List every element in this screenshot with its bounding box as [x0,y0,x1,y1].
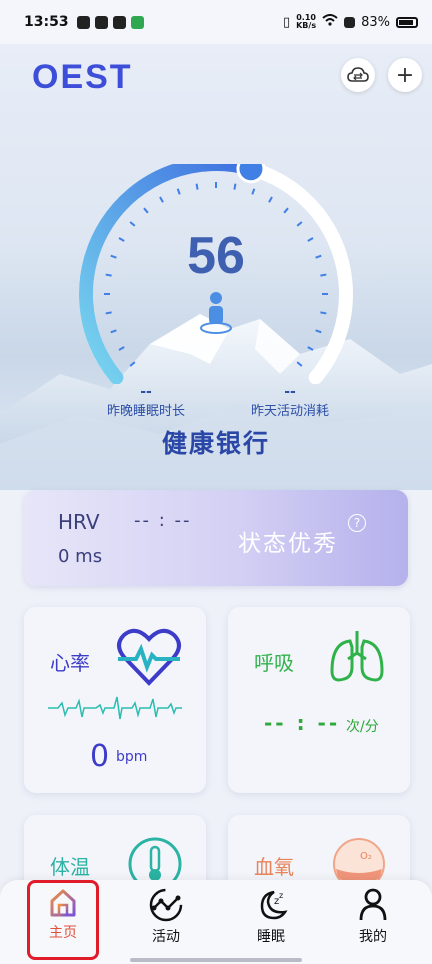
sim-icon [344,16,356,28]
health-bank-title: 健康银行 [161,429,270,458]
health-score: 56 [187,227,245,285]
sleep-label: 昨晚睡眠时长 [106,404,185,419]
gauge-tick [110,329,117,334]
oxygen-badge: O₂ [360,851,372,862]
status-time: 13:53 [24,14,69,30]
heart-rate-unit: bpm [116,749,148,765]
gauge-tick [251,188,256,195]
nav-activity[interactable]: 活动 [126,888,206,946]
heart-rate-title: 心率 [50,651,90,675]
gauge-tick [315,329,322,334]
gauge-tick [320,311,327,315]
lungs-icon [330,631,384,682]
hrv-state: 状态优秀 [238,531,338,557]
svg-text:z: z [279,891,283,900]
sleep-stat: -- 昨晚睡眠时长 [96,384,196,419]
sleep-value: -- [140,384,152,400]
gauge-tick [159,196,164,203]
add-button[interactable]: + [388,58,422,92]
app-icon [130,15,144,29]
nav-sleep[interactable]: z z 睡眠 [231,888,311,946]
heart-rate-value: 0 [90,739,110,774]
hrv-label: HRV [58,510,100,534]
gauge-knob [236,164,266,184]
breathing-unit: 次/分 [346,719,379,735]
activity-icon [149,888,183,922]
temperature-title: 体温 [50,855,90,879]
activity-label: 昨天活动消耗 [250,404,329,419]
gauge-tick [105,311,112,315]
gauge-tick [129,361,136,367]
cloud-sync-icon [347,67,369,82]
status-bar: 13:53 ▯ 0.10 KB/s 83% [0,0,432,44]
home-indicator [130,958,302,962]
help-icon[interactable]: ? [348,514,366,532]
activity-stat: -- 昨天活动消耗 [240,384,340,419]
vibrate-icon: ▯ [282,14,291,30]
nav-profile[interactable]: 我的 [333,888,413,946]
ecg-waveform [48,696,182,720]
app-logo: OEST [32,58,133,96]
gallery-icon [76,15,90,29]
hrv-value: 0 ms [58,546,103,567]
hrv-time: -- : -- [134,510,192,531]
gauge-tick [195,183,199,190]
breathing-tile[interactable]: 呼吸 -- : -- 次/分 [228,607,410,793]
battery-icon [396,16,418,28]
gauge-tick [176,188,181,195]
nav-profile-label: 我的 [359,929,387,945]
notification-icons [76,15,144,29]
profile-icon [359,888,387,921]
breathing-title: 呼吸 [254,651,294,675]
gauge-tick [233,183,237,190]
heart-rate-tile[interactable]: 心率 0 bpm [24,607,206,793]
sleep-icon: z z [260,890,288,920]
active-tab-highlight [27,880,99,960]
tiktok-icon [94,15,108,29]
gauge-tick [118,346,125,351]
gauge-tick [296,361,303,367]
cloud-sync-button[interactable] [341,58,375,92]
person-icon [200,292,232,334]
top-bar: OEST + [0,44,432,104]
gauge-tick [307,346,314,351]
activity-value: -- [284,384,296,400]
blood-oxygen-title: 血氧 [254,855,294,879]
wifi-icon [322,14,338,30]
gauge-tick [268,196,273,203]
gauge-tick [283,207,289,214]
nav-sleep-label: 睡眠 [257,929,285,945]
breathing-value: -- : -- [264,711,341,735]
gauge-tick [143,207,149,214]
battery-percent: 83% [361,14,390,30]
net-speed: 0.10 KB/s [296,14,316,30]
mail-icon [112,15,126,29]
hrv-card[interactable]: HRV -- : -- 0 ms 状态优秀 ? [24,490,408,586]
nav-activity-label: 活动 [152,929,180,945]
net-speed-unit: KB/s [296,21,317,30]
heart-icon [117,628,181,686]
